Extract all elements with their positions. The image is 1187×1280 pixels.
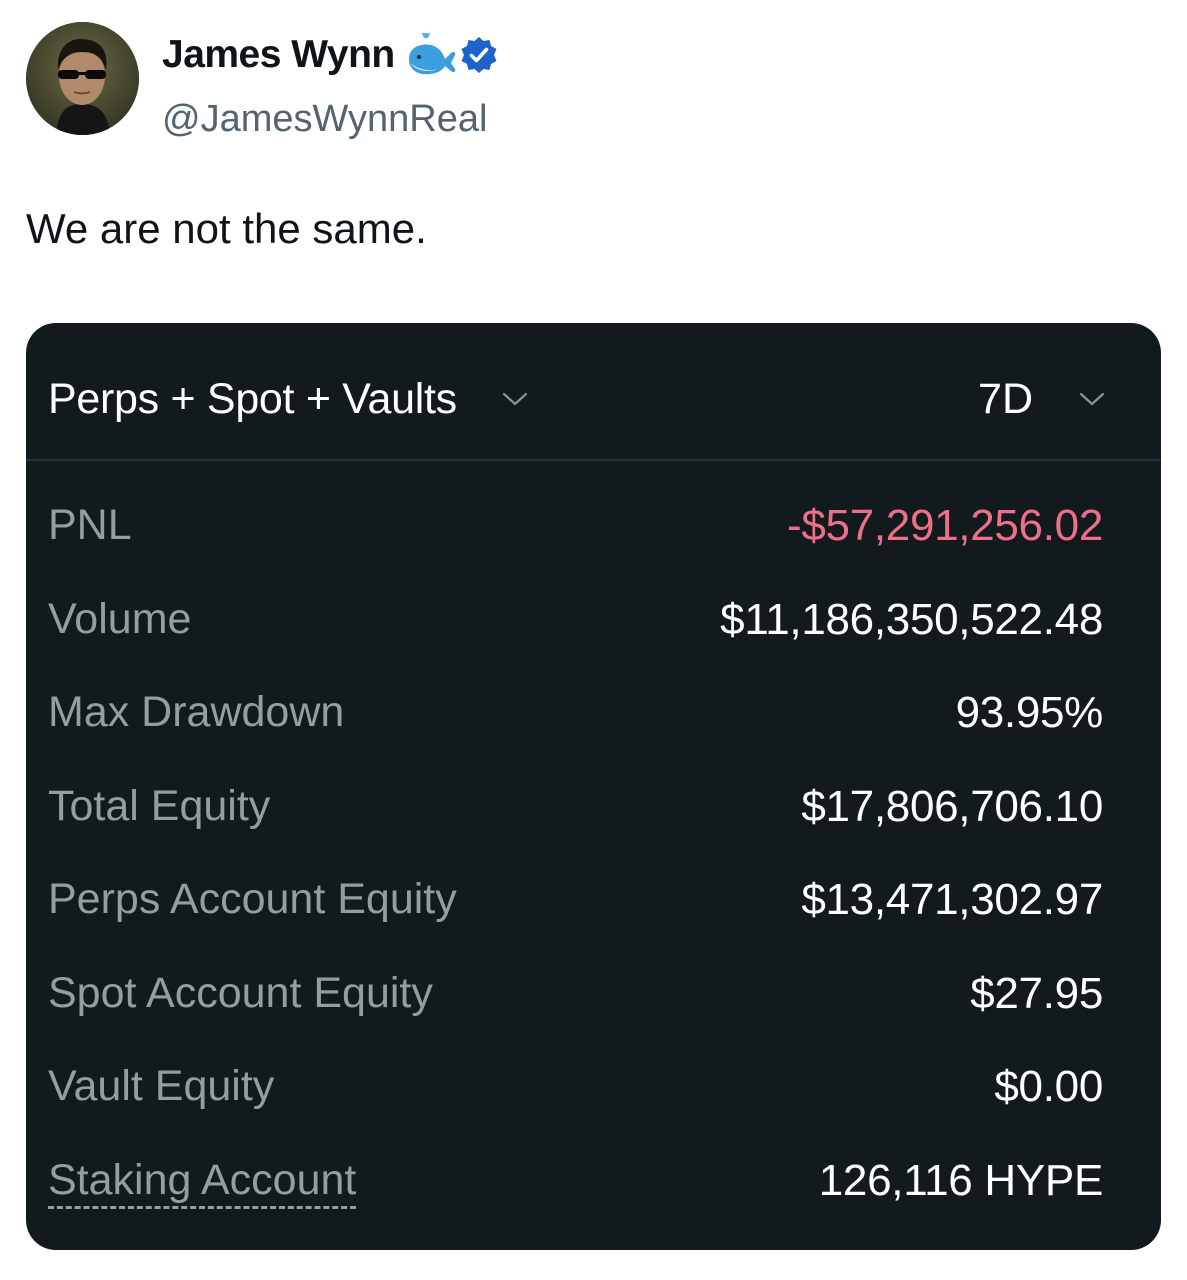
stat-row-staking-account: Staking Account 126,116 HYPE xyxy=(26,1148,1161,1242)
staking-account-value: 126,116 HYPE xyxy=(818,1155,1104,1205)
vault-equity-value: $0.00 xyxy=(994,1062,1103,1111)
staking-account-tooltip-label: Staking Account xyxy=(48,1156,357,1209)
stat-label: Total Equity xyxy=(48,781,271,830)
stat-row-vault-equity: Vault Equity $0.00 xyxy=(26,1054,1161,1148)
verified-badge-icon xyxy=(459,35,499,75)
max-drawdown-value: 93.95% xyxy=(955,688,1104,737)
stat-label: Spot Account Equity xyxy=(48,968,433,1017)
stat-label: Volume xyxy=(48,594,192,643)
account-type-label: Perps + Spot + Vaults xyxy=(48,374,457,423)
stat-row-max-drawdown: Max Drawdown 93.95% xyxy=(26,680,1161,774)
stats-card-image: Perps + Spot + Vaults 7D PNL -$57,291,25… xyxy=(26,323,1161,1250)
perps-equity-value: $13,471,302.97 xyxy=(801,875,1103,924)
post-header: James Wynn @JamesWynnReal xyxy=(26,22,726,140)
author-name[interactable]: James Wynn xyxy=(162,33,395,77)
author-handle[interactable]: @JamesWynnReal xyxy=(162,98,487,141)
pnl-value: -$57,291,256.02 xyxy=(786,501,1103,550)
stat-row-total-equity: Total Equity $17,806,706.10 xyxy=(26,774,1161,868)
volume-value: $11,186,350,522.48 xyxy=(720,594,1103,644)
avatar-image xyxy=(26,22,139,135)
author-name-row: James Wynn xyxy=(162,31,499,78)
chevron-down-icon xyxy=(502,391,528,407)
account-type-dropdown[interactable]: Perps + Spot + Vaults xyxy=(48,371,528,427)
chevron-down-icon xyxy=(1079,391,1105,407)
stat-row-perps-equity: Perps Account Equity $13,471,302.97 xyxy=(26,867,1161,961)
stat-label: PNL xyxy=(48,501,132,549)
total-equity-value: $17,806,706.10 xyxy=(801,781,1103,831)
stat-row-volume: Volume $11,186,350,522.48 xyxy=(26,587,1161,681)
period-dropdown[interactable]: 7D xyxy=(978,371,1105,427)
stat-row-spot-equity: Spot Account Equity $27.95 xyxy=(26,961,1161,1055)
avatar[interactable] xyxy=(26,22,139,135)
stat-label: Perps Account Equity xyxy=(48,875,457,923)
spot-equity-value: $27.95 xyxy=(970,968,1103,1018)
period-label: 7D xyxy=(978,374,1033,423)
whale-icon xyxy=(405,31,457,77)
stat-label: Max Drawdown xyxy=(48,688,345,736)
stats-list: PNL -$57,291,256.02 Volume $11,186,350,5… xyxy=(26,493,1161,1241)
stat-row-pnl: PNL -$57,291,256.02 xyxy=(26,493,1161,587)
stats-card-header: Perps + Spot + Vaults 7D xyxy=(26,323,1161,461)
post-text: We are not the same. xyxy=(26,205,427,252)
stat-label: Vault Equity xyxy=(48,1062,275,1110)
